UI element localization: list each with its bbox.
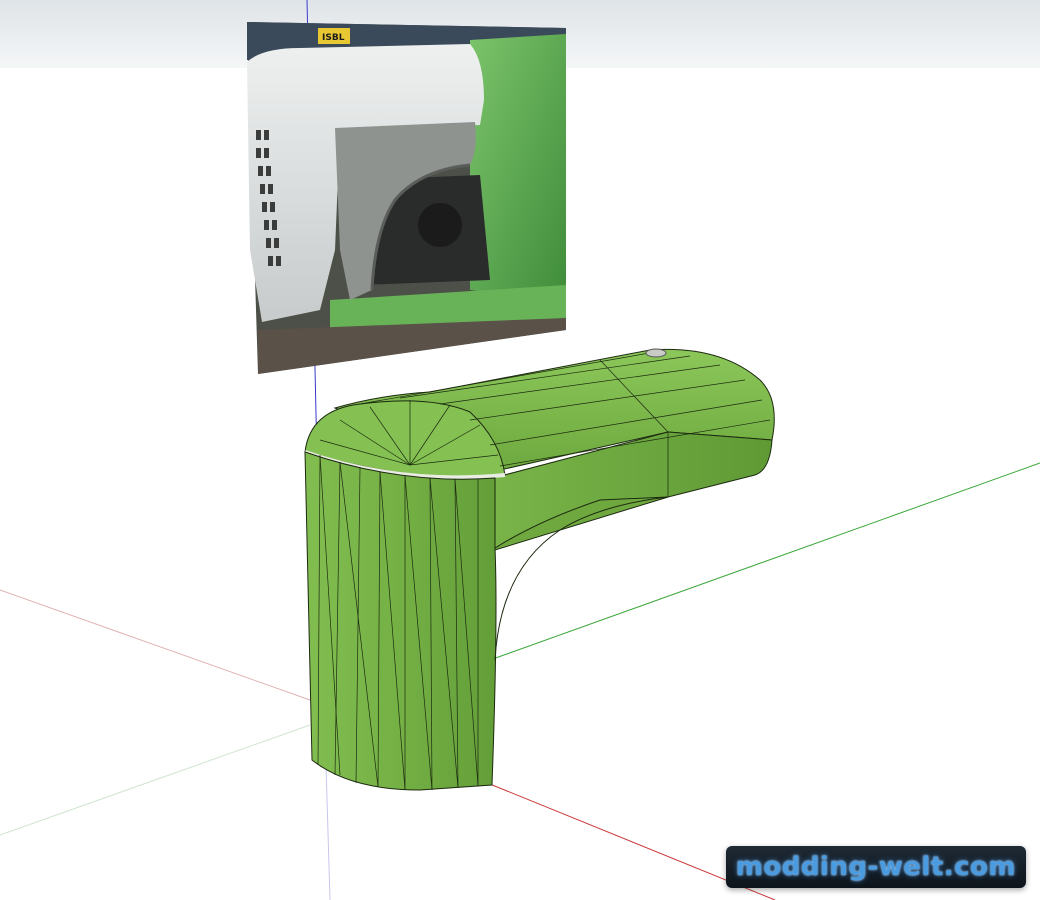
watermark-text: modding-welt.com — [735, 852, 1016, 882]
fender-front-leg — [304, 451, 497, 791]
reference-photo[interactable]: ISBL — [247, 22, 566, 374]
photo-engine-pulley — [418, 203, 462, 247]
photo-sign-text: ISBL — [322, 33, 345, 43]
3d-viewport[interactable]: ISBL — [0, 0, 1040, 900]
watermark-badge: modding-welt.com — [725, 846, 1026, 888]
filler-cap[interactable] — [645, 348, 667, 358]
